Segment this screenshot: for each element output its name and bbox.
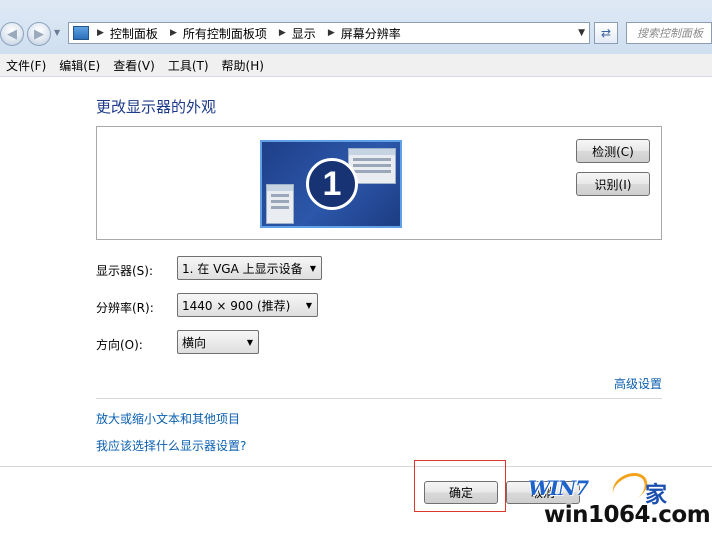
refresh-icon: ⇄ [600,26,612,40]
menu-view[interactable]: 查看(V) [107,57,162,74]
footer-divider [0,466,712,467]
resolution-label: 分辨率(R): [96,301,154,315]
monitor-number-badge: 1 [306,158,358,210]
watermark-site: win1064.com [544,502,711,528]
breadcrumb-separator-icon: ▶ [327,28,335,38]
advanced-settings-link[interactable]: 高级设置 [614,375,662,392]
chevron-down-icon: ▼ [309,263,316,273]
recent-pages-dropdown-icon[interactable]: ▼ [54,28,64,38]
breadcrumb-item[interactable]: ▶ 控制面板 [95,25,158,42]
breadcrumb-item[interactable]: ▶ 所有控制面板项 [168,25,267,42]
navigation-bar: ◀ ▶ ▼ ▶ 控制面板 ▶ 所有控制面板项 ▶ 显示 ▶ 屏幕分辨率 ▼ ⇄ … [0,0,712,54]
menu-edit[interactable]: 编辑(E) [53,57,107,74]
search-input[interactable]: 搜索控制面板 [626,22,712,44]
display-label: 显示器(S): [96,264,154,278]
display-select-value: 1. 在 VGA 上显示设备 [182,261,303,276]
window-thumbnail-icon [266,184,294,224]
display-select[interactable]: 1. 在 VGA 上显示设备 ▼ [177,256,322,280]
back-button[interactable]: ◀ [0,22,24,46]
chevron-down-icon: ▼ [246,337,253,347]
breadcrumb-label: 显示 [291,26,316,41]
section-divider [96,398,662,399]
orientation-select[interactable]: 横向 ▼ [177,330,259,354]
detect-button[interactable]: 检测(C) [576,139,650,163]
forward-button[interactable]: ▶ [27,22,51,46]
back-arrow-icon: ◀ [7,26,17,42]
control-panel-icon [73,26,89,40]
breadcrumb-item[interactable]: ▶ 显示 [277,25,316,42]
refresh-button[interactable]: ⇄ [594,22,618,44]
watermark-logo: WIN7 [528,476,589,500]
menu-help[interactable]: 帮助(H) [216,57,271,74]
address-dropdown-icon[interactable]: ▼ [578,28,585,38]
breadcrumb-label: 所有控制面板项 [182,26,267,41]
orientation-select-value: 横向 [182,335,207,350]
display-settings-help-link[interactable]: 我应该选择什么显示器设置? [96,437,246,454]
highlight-box [414,460,506,512]
chevron-down-icon: ▼ [305,300,312,310]
resolution-select-value: 1440 × 900 (推荐) [182,298,291,313]
breadcrumb-separator-icon: ▶ [278,28,286,38]
orientation-label: 方向(O): [96,338,143,352]
identify-button[interactable]: 识别(I) [576,172,650,196]
breadcrumb-separator-icon: ▶ [169,28,177,38]
resolution-select[interactable]: 1440 × 900 (推荐) ▼ [177,293,318,317]
page-title: 更改显示器的外观 [96,98,217,116]
menu-tools[interactable]: 工具(T) [162,57,216,74]
breadcrumb-item[interactable]: ▶ 屏幕分辨率 [326,25,401,42]
breadcrumb-separator-icon: ▶ [97,28,104,38]
menu-file[interactable]: 文件(F) [0,57,53,74]
forward-arrow-icon: ▶ [34,26,44,42]
breadcrumb-label: 控制面板 [109,26,158,41]
breadcrumb-label: 屏幕分辨率 [340,26,401,41]
monitor-thumbnail[interactable]: 1 [260,140,402,228]
menu-bar: 文件(F) 编辑(E) 查看(V) 工具(T) 帮助(H) [0,54,712,77]
text-size-link[interactable]: 放大或缩小文本和其他项目 [96,410,240,427]
address-bar[interactable]: ▶ 控制面板 ▶ 所有控制面板项 ▶ 显示 ▶ 屏幕分辨率 ▼ [68,22,590,44]
